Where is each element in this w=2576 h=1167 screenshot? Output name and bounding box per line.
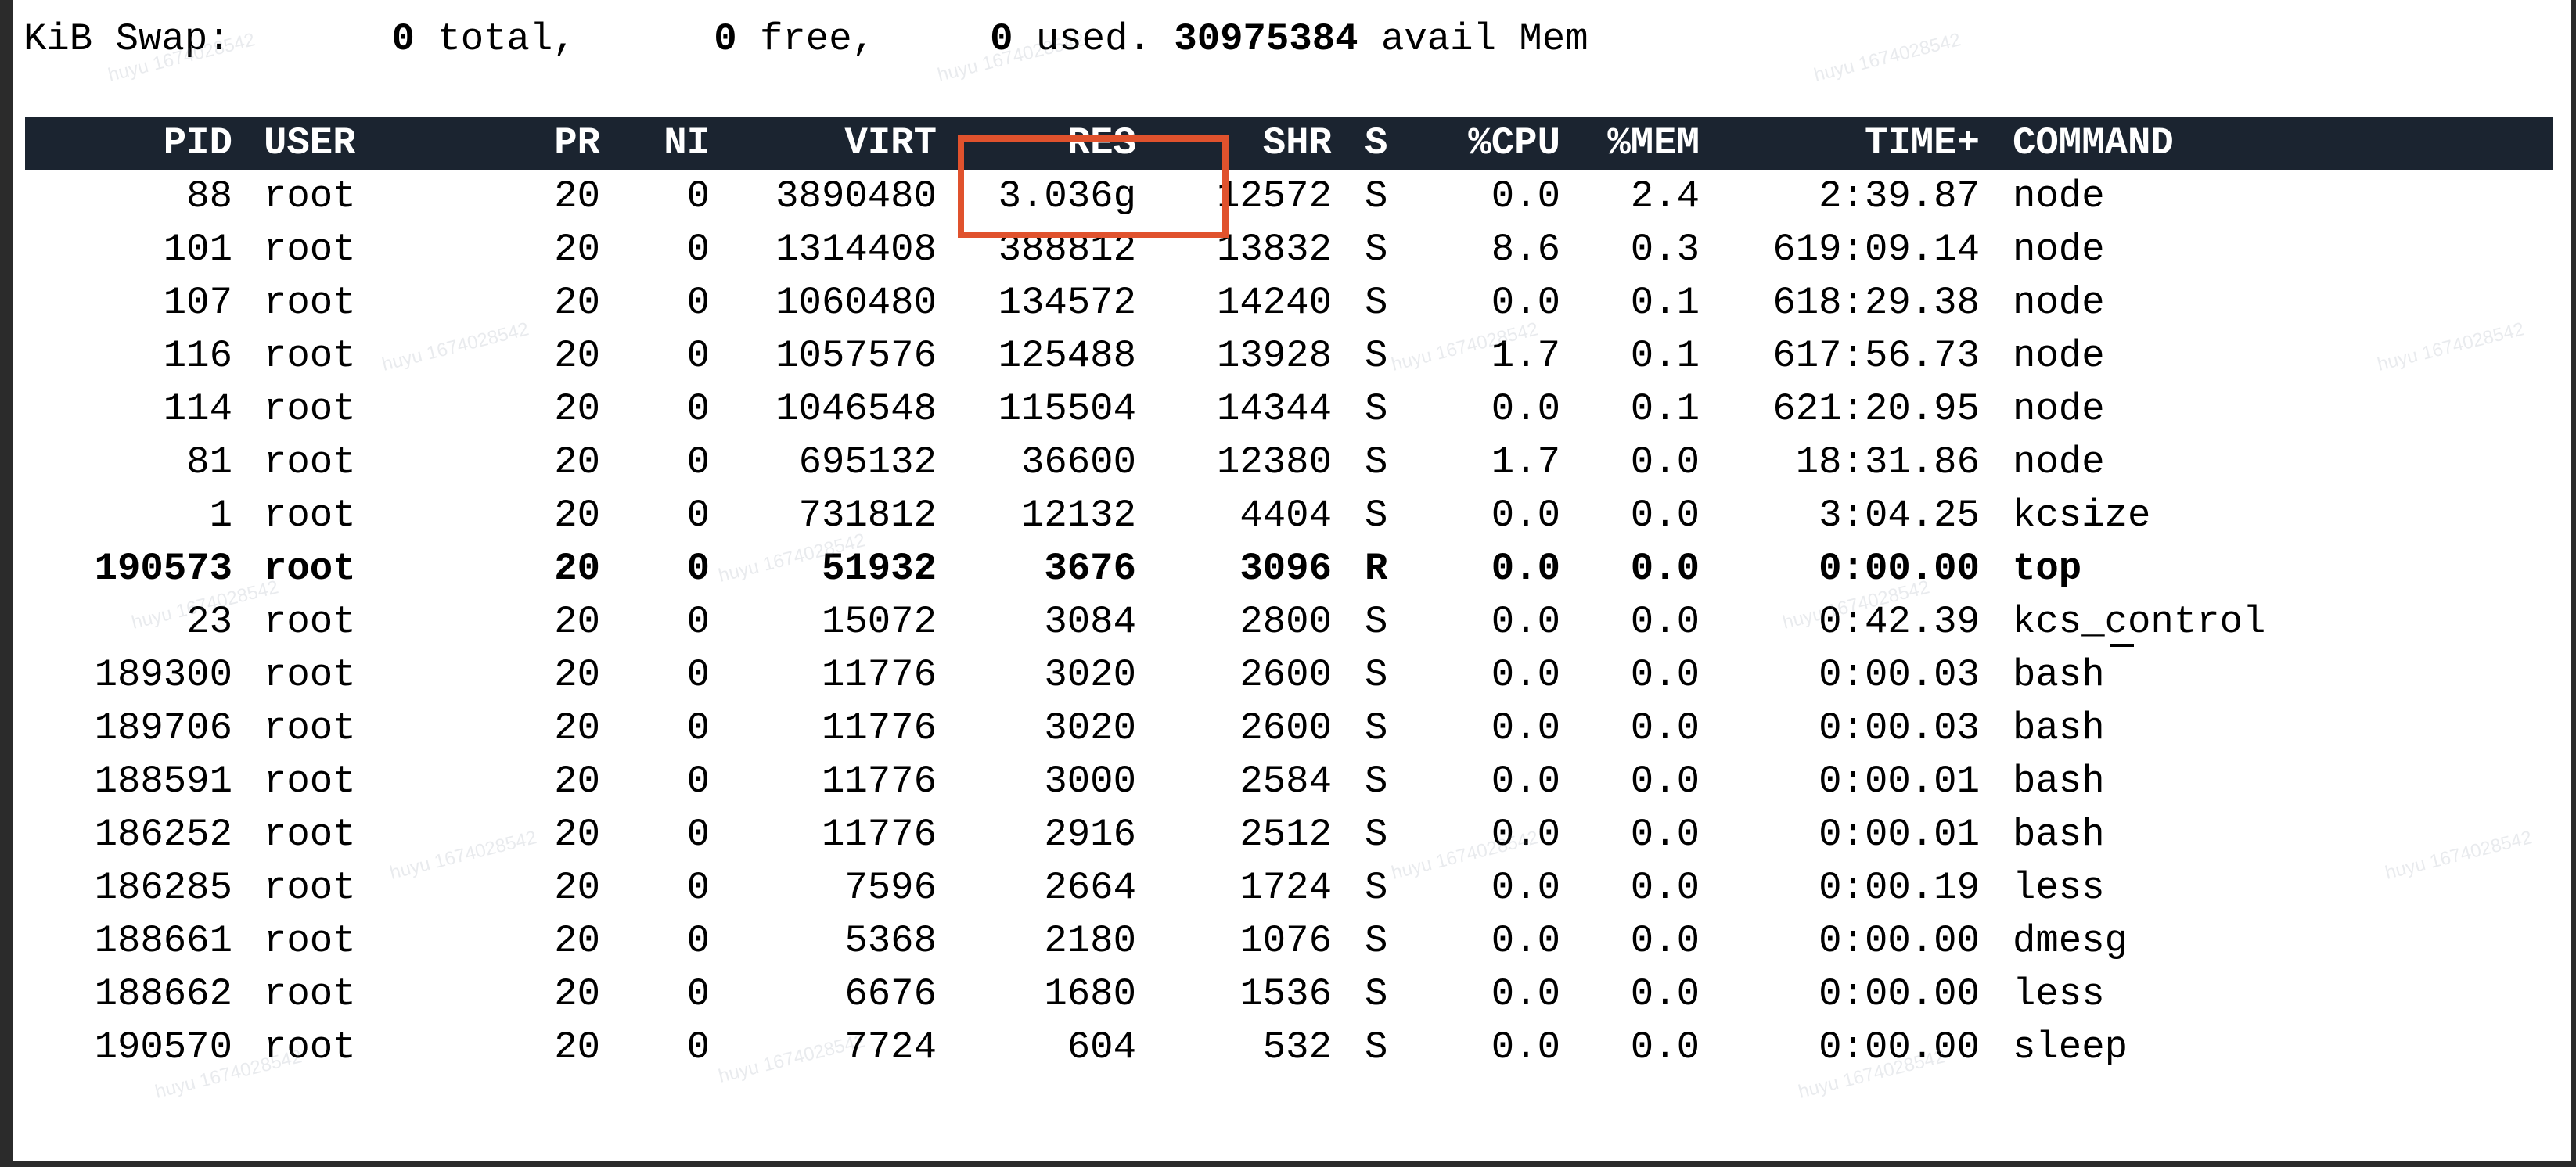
process-row[interactable]: 189706 root 20 0 11776 3020 2600 S 0.0 0.0 0:00.03… — [25, 702, 2553, 755]
cell-time: 2:39.87 — [1819, 174, 1980, 218]
avail-mem-value: 30975384 — [1174, 17, 1358, 61]
cell-time: 0:00.00 — [1819, 919, 1980, 963]
cell-time: 18:31.86 — [1795, 440, 1980, 484]
process-row[interactable]: 190573 root 20 0 51932 3676 3096 R 0.0 0.0 0:00.00… — [25, 542, 2553, 595]
cell-command: bash — [2013, 653, 2105, 697]
swap-free-label: free, — [760, 17, 876, 61]
cell-command: bash — [2013, 706, 2105, 750]
cell-command: kcsize — [2013, 494, 2151, 537]
process-row[interactable]: 88 root 20 0 3890480 3.036g 12572 S 0.0 2.4 2:39.8… — [25, 170, 2553, 223]
header-time: TIME+ — [1864, 121, 1980, 165]
process-row[interactable]: 101 root 20 0 1314408 388812 13832 S 8.6 0.3 619:0… — [25, 223, 2553, 276]
text-cursor — [2110, 644, 2134, 647]
cell-time: 0:00.03 — [1819, 653, 1980, 697]
cell-time: 3:04.25 — [1819, 494, 1980, 537]
swap-total-label: total, — [437, 17, 576, 61]
cell-command: node — [2013, 387, 2105, 431]
process-row[interactable]: 190570 root 20 0 7724 604 532 S 0.0 0.0 0:00.00 sle… — [25, 1021, 2553, 1074]
cell-command: top — [2013, 547, 2082, 591]
process-row[interactable]: 186252 root 20 0 11776 2916 2512 S 0.0 0.0 0:00.01… — [25, 808, 2553, 861]
cell-command: node — [2013, 174, 2105, 218]
cell-command: node — [2013, 440, 2105, 484]
process-row[interactable]: 188661 root 20 0 5368 2180 1076 S 0.0 0.0 0:00.00 d… — [25, 914, 2553, 968]
cell-time: 619:09.14 — [1772, 228, 1980, 271]
cell-command: less — [2013, 972, 2105, 1016]
cell-time: 618:29.38 — [1772, 281, 1980, 325]
cell-time: 0:00.03 — [1819, 706, 1980, 750]
cell-time: 0:00.01 — [1819, 813, 1980, 856]
cell-command: node — [2013, 228, 2105, 271]
avail-mem-label: avail Mem — [1380, 17, 1588, 61]
cell-time: 621:20.95 — [1772, 387, 1980, 431]
process-row[interactable]: 114 root 20 0 1046548 115504 14344 S 0.0 0.1 621:2… — [25, 382, 2553, 436]
process-row[interactable]: 1 root 20 0 731812 12132 4404 S 0.0 0.0 3:04.25 kcs… — [25, 489, 2553, 542]
swap-summary-line: KiB Swap: 0 total, 0 free, 0 used. 30975… — [23, 11, 1588, 67]
swap-total-value: 0 — [391, 17, 415, 61]
cell-command: bash — [2013, 759, 2105, 803]
cell-time: 0:00.19 — [1819, 866, 1980, 910]
header-command: COMMAND — [2013, 121, 2174, 165]
cell-command: node — [2013, 281, 2105, 325]
terminal-window[interactable]: KiB Swap: 0 total, 0 free, 0 used. 30975… — [13, 0, 2571, 1161]
process-row[interactable]: 189300 root 20 0 11776 3020 2600 S 0.0 0.0 0:00.03… — [25, 648, 2553, 702]
process-row[interactable]: 23 root 20 0 15072 3084 2800 S 0.0 0.0 0:42.39 kcs_… — [25, 595, 2553, 648]
process-table-header: PID USER PR NI VIRT RES SHR S %CPU %MEM TIME+ COMMA… — [25, 117, 2553, 170]
cell-command: sleep — [2013, 1025, 2128, 1069]
process-row[interactable]: 188591 root 20 0 11776 3000 2584 S 0.0 0.0 0:00.01… — [25, 755, 2553, 808]
swap-free-value: 0 — [714, 17, 737, 61]
process-row[interactable]: 107 root 20 0 1060480 134572 14240 S 0.0 0.1 618:2… — [25, 276, 2553, 329]
process-row[interactable]: 188662 root 20 0 6676 1680 1536 S 0.0 0.0 0:00.00 l… — [25, 968, 2553, 1021]
cell-time: 0:00.01 — [1819, 759, 1980, 803]
cell-command: kcs_control — [2013, 600, 2266, 644]
process-row[interactable]: 81 root 20 0 695132 36600 12380 S 1.7 0.0 18:31.86… — [25, 436, 2553, 489]
cell-time: 0:00.00 — [1819, 972, 1980, 1016]
cell-time: 617:56.73 — [1772, 334, 1980, 378]
cell-command: dmesg — [2013, 919, 2128, 963]
